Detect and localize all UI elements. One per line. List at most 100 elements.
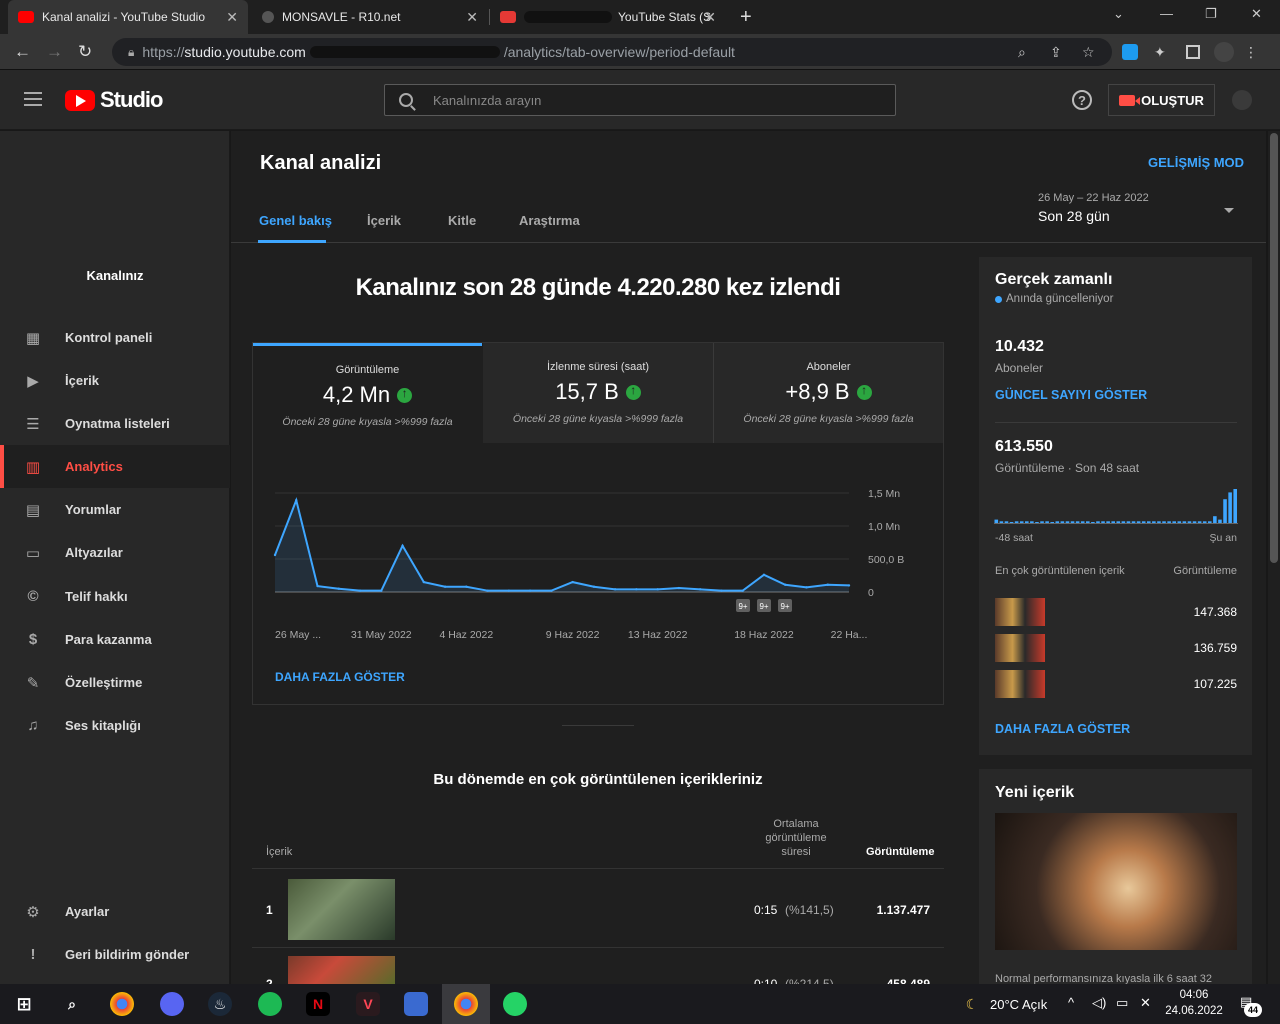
sidebar-item-customization[interactable]: ✎ Özelleştirme xyxy=(0,661,230,704)
chevron-down-icon[interactable] xyxy=(1224,208,1234,213)
sidebar-item-settings[interactable]: ⚙ Ayarlar xyxy=(0,890,230,933)
metric-watch-time[interactable]: İzlenme süresi (saat) 15,7 B Önceki 28 g… xyxy=(483,343,713,443)
show-live-count-link[interactable]: GÜNCEL SAYIYI GÖSTER xyxy=(995,388,1147,402)
valorant-icon[interactable]: V xyxy=(356,992,380,1016)
scrollbar-thumb[interactable] xyxy=(1270,133,1278,563)
channel-search[interactable] xyxy=(384,84,896,116)
profile-avatar[interactable] xyxy=(1214,42,1234,62)
whatsapp-icon[interactable] xyxy=(503,992,527,1016)
weather-moon-icon: ☾ xyxy=(965,995,979,1012)
tab-research[interactable]: Araştırma xyxy=(519,213,580,228)
sidebar-item-feedback[interactable]: ! Geri bildirim gönder xyxy=(0,933,230,976)
tab-overview[interactable]: Genel bakış xyxy=(259,213,332,228)
sidebar-item-monetization[interactable]: $ Para kazanma xyxy=(0,618,230,661)
sidebar-item-audio-library[interactable]: ♫ Ses kitaplığı xyxy=(0,704,230,747)
input-method-icon[interactable]: ✕ xyxy=(1140,995,1151,1011)
sidebar-item-label: Özelleştirme xyxy=(65,675,143,690)
account-avatar[interactable] xyxy=(1232,90,1252,110)
close-tab-icon[interactable]: ✕ xyxy=(226,9,238,26)
reload-icon[interactable]: ↻ xyxy=(78,42,92,62)
sidebar-item-analytics[interactable]: ▥ Analytics xyxy=(0,445,230,488)
tab-search-icon[interactable]: ⌄ xyxy=(1113,6,1124,22)
restore-icon[interactable]: ❐ xyxy=(1205,6,1217,22)
show-more-chart-link[interactable]: DAHA FAZLA GÖSTER xyxy=(275,670,405,684)
data-point xyxy=(528,589,532,592)
explorer-icon[interactable] xyxy=(404,992,428,1016)
date-period[interactable]: Son 28 gün xyxy=(1038,208,1110,224)
chrome-icon[interactable] xyxy=(110,992,134,1016)
metric-views[interactable]: Görüntüleme 4,2 Mn Önceki 28 güne kıyasl… xyxy=(253,343,482,443)
search-icon[interactable]: ⌕ xyxy=(60,992,84,1016)
annotation-label: 9+ xyxy=(759,602,768,611)
data-point xyxy=(273,553,277,557)
studio-logo[interactable]: Studio xyxy=(65,87,163,113)
tab-content[interactable]: İçerik xyxy=(367,213,401,228)
zoom-icon[interactable]: ⌕ xyxy=(1018,44,1026,61)
new-tab-icon[interactable]: + xyxy=(740,6,752,29)
x-tick-label: 4 Haz 2022 xyxy=(439,629,493,641)
hourly-bar xyxy=(1162,521,1166,523)
sidebar-item-comments[interactable]: ▤ Yorumlar xyxy=(0,488,230,531)
sidebar-item-label: Oynatma listeleri xyxy=(65,416,170,431)
window-close-icon[interactable]: ✕ xyxy=(1251,6,1262,22)
browser-tab-studio[interactable]: Kanal analizi - YouTube Studio ✕ xyxy=(8,0,248,34)
hourly-bar xyxy=(1014,521,1019,523)
data-point xyxy=(422,580,426,584)
url-scheme: https:// xyxy=(142,44,185,60)
metric-subscribers[interactable]: Aboneler +8,9 B Önceki 28 güne kıyasla >… xyxy=(714,343,943,443)
hamburger-menu-icon[interactable] xyxy=(24,92,42,106)
video-thumbnail[interactable] xyxy=(995,598,1045,626)
sidebar-item-content[interactable]: ▶ İçerik xyxy=(0,359,230,402)
top-views-header: Görüntüleme xyxy=(1173,565,1237,577)
date-range[interactable]: 26 May – 22 Haz 2022 xyxy=(1038,192,1149,204)
sidebar-item-dashboard[interactable]: ▦ Kontrol paneli xyxy=(0,316,230,359)
new-video-thumbnail[interactable] xyxy=(995,813,1237,950)
taskbar-clock[interactable]: 04:06 24.06.2022 xyxy=(1160,987,1228,1019)
views-chart[interactable]: 1,5 Mn 1,0 Mn 500,0 B 0 26 May ... 31 May 202… xyxy=(262,480,932,645)
menu-dots-icon[interactable]: ⋮ xyxy=(1244,44,1258,61)
video-thumbnail[interactable] xyxy=(288,879,395,940)
weather-text[interactable]: 20°C Açık xyxy=(990,997,1047,1012)
help-icon[interactable]: ? xyxy=(1072,90,1092,110)
data-point xyxy=(720,589,723,592)
sidebar-item-copyright[interactable]: © Telif hakkı xyxy=(0,575,230,618)
netflix-icon[interactable]: N xyxy=(306,992,330,1016)
video-thumbnail[interactable] xyxy=(995,634,1045,662)
network-icon[interactable]: ▭ xyxy=(1116,995,1128,1011)
bookmark-star-icon[interactable]: ☆ xyxy=(1082,44,1095,61)
minimize-icon[interactable]: — xyxy=(1160,6,1173,21)
share-icon[interactable]: ⇪ xyxy=(1050,44,1062,61)
close-tab-icon[interactable]: ✕ xyxy=(466,9,478,26)
search-input[interactable] xyxy=(433,92,873,108)
sidebar-item-playlist[interactable]: ☰ Oynatma listeleri xyxy=(0,402,230,445)
browser-tab-stats[interactable]: YouTube Stats (S ✕ xyxy=(490,0,726,34)
tab-audience[interactable]: Kitle xyxy=(448,213,476,228)
volume-icon[interactable]: ◁) xyxy=(1092,995,1106,1011)
steam-icon[interactable]: ♨ xyxy=(208,992,232,1016)
windows-start-icon[interactable]: ⊞ xyxy=(12,992,36,1016)
browser-tab-r10[interactable]: MONSAVLE - R10.net ✕ xyxy=(252,0,488,34)
tray-chevron-icon[interactable]: ^ xyxy=(1068,995,1074,1010)
advanced-mode-link[interactable]: GELİŞMİŞ MOD xyxy=(1148,155,1244,170)
video-thumbnail[interactable] xyxy=(995,670,1045,698)
realtime-bar-chart[interactable] xyxy=(994,488,1238,524)
metric-comparison: Önceki 28 güne kıyasla >%999 fazla xyxy=(743,413,914,425)
extensions-icon[interactable]: ✦ xyxy=(1154,44,1166,61)
spotify-icon[interactable] xyxy=(258,992,282,1016)
row-views: 1.137.477 xyxy=(876,903,930,917)
address-bar[interactable]: 🔒︎ https://studio.youtube.com/analytics/… xyxy=(112,38,1112,66)
sidebar-item-label: İçerik xyxy=(65,373,99,388)
video-thumbnail[interactable] xyxy=(288,956,395,984)
divider xyxy=(995,422,1237,423)
forward-icon[interactable]: → xyxy=(46,42,63,62)
chrome-active-icon[interactable] xyxy=(454,992,478,1016)
sidebar-item-subtitles[interactable]: ▭ Altyazılar xyxy=(0,531,230,574)
discord-icon[interactable] xyxy=(160,992,184,1016)
sidepanel-icon[interactable] xyxy=(1186,45,1200,59)
page-scrollbar[interactable] xyxy=(1268,131,1280,984)
twitter-extension-icon[interactable] xyxy=(1122,44,1138,60)
create-button[interactable]: OLUŞTUR xyxy=(1108,84,1215,116)
back-icon[interactable]: ← xyxy=(14,42,31,62)
show-more-realtime-link[interactable]: DAHA FAZLA GÖSTER xyxy=(995,722,1130,736)
close-tab-icon[interactable]: ✕ xyxy=(704,9,716,26)
